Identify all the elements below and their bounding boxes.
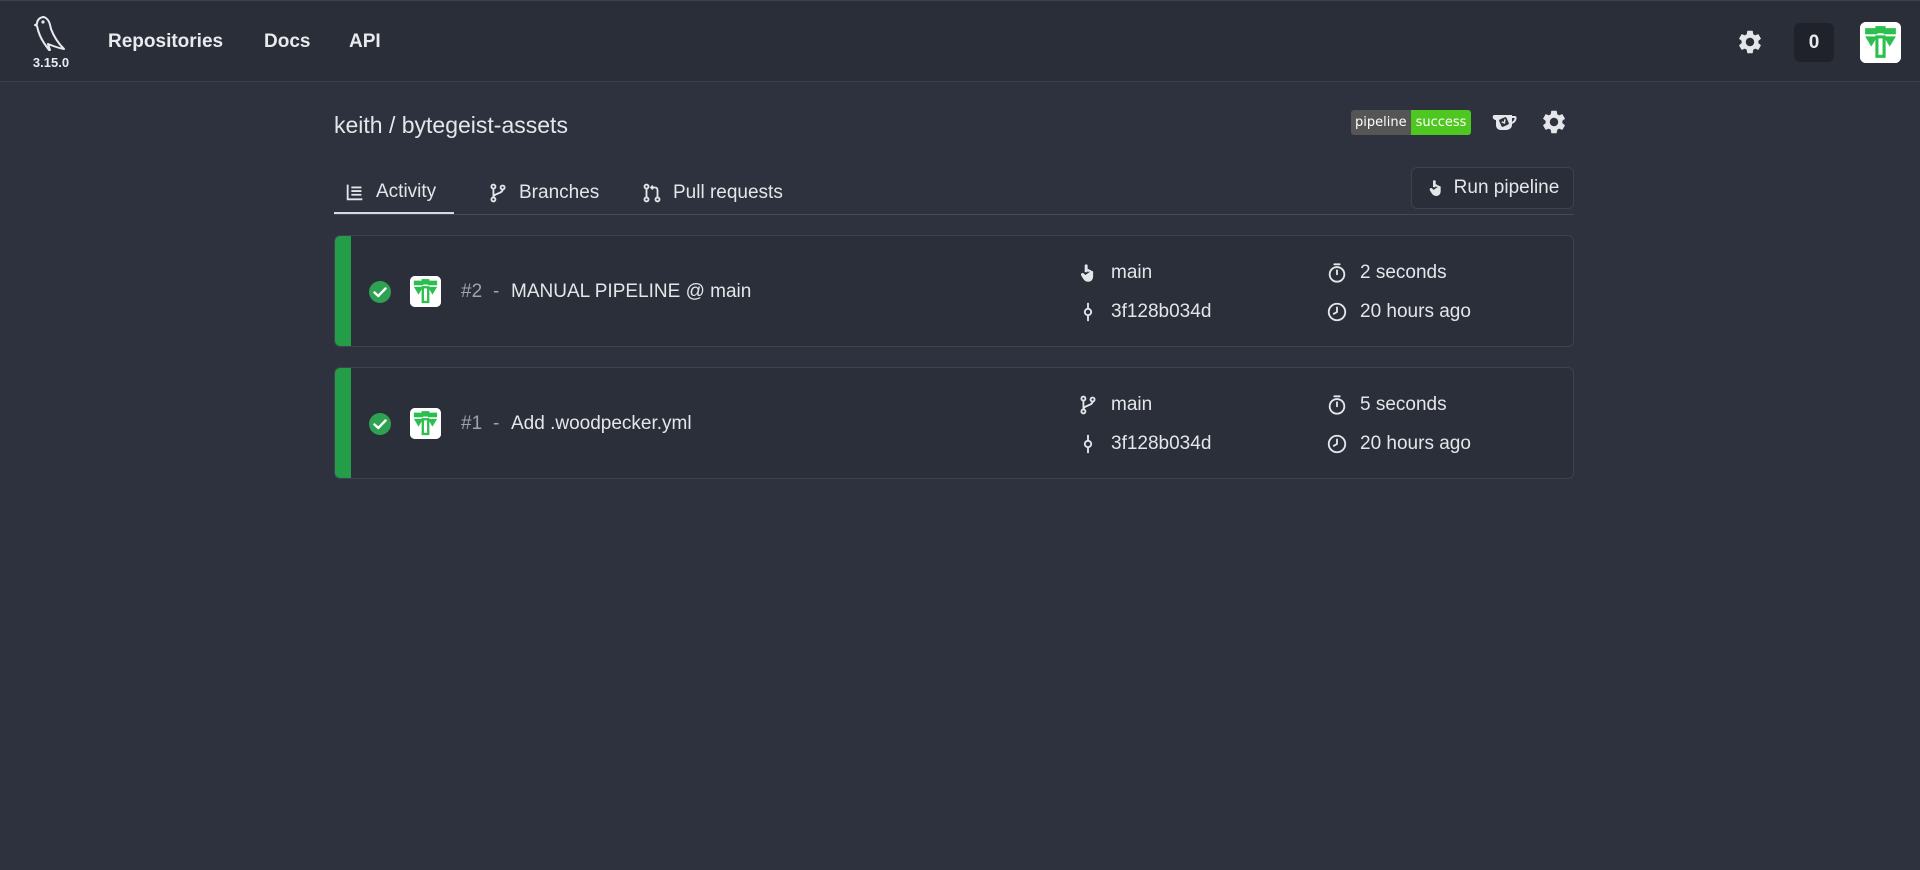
- pipeline-created: 20 hours ago: [1326, 299, 1471, 325]
- pipeline-duration-value: 2 seconds: [1360, 262, 1447, 283]
- commit-icon: [1083, 302, 1093, 322]
- pipeline-branch: main: [1077, 392, 1152, 418]
- woodpecker-bird-icon: [34, 16, 65, 51]
- nav-api-link[interactable]: API: [349, 29, 381, 55]
- pipeline-message: Add .woodpecker.yml: [511, 413, 692, 434]
- pipeline-branch: main: [1077, 260, 1152, 286]
- pipeline-number: #1: [461, 413, 483, 434]
- repo-settings-button[interactable]: [1540, 108, 1568, 136]
- woodpecker-logo[interactable]: 3.15.0: [22, 13, 80, 73]
- success-check-icon: [369, 413, 391, 435]
- pipeline-created-value: 20 hours ago: [1360, 433, 1471, 454]
- pipeline-duration-value: 5 seconds: [1360, 394, 1447, 415]
- pipeline-created-value: 20 hours ago: [1360, 301, 1471, 322]
- tab-pull-requests-label: Pull requests: [673, 182, 783, 203]
- badge-status: success: [1410, 110, 1472, 135]
- success-check-icon: [369, 281, 391, 303]
- pipeline-duration: 2 seconds: [1326, 260, 1447, 286]
- commit-icon: [1083, 434, 1093, 454]
- commit-author-avatar: [410, 276, 441, 307]
- pipeline-separator: -: [493, 281, 500, 302]
- tab-activity[interactable]: Activity: [334, 172, 454, 214]
- user-avatar-icon: [1860, 22, 1901, 63]
- pipeline-card[interactable]: #2 - MANUAL PIPELINE @ main main 3f128b0…: [334, 235, 1574, 347]
- pipeline-commit-sha: 3f128b034d: [1111, 433, 1212, 454]
- nav-repositories-link[interactable]: Repositories: [108, 29, 223, 55]
- settings-button[interactable]: [1734, 26, 1766, 58]
- app-version: 3.15.0: [32, 55, 70, 70]
- activity-icon: [346, 184, 363, 201]
- pipeline-branch-name: main: [1111, 262, 1153, 283]
- tab-branches-label: Branches: [519, 182, 600, 203]
- pipeline-commit-sha: 3f128b034d: [1111, 301, 1212, 322]
- clock-icon: [1327, 434, 1347, 454]
- pipeline-created: 20 hours ago: [1326, 431, 1471, 457]
- user-avatar-icon: [410, 408, 441, 439]
- pipeline-card[interactable]: #1 - Add .woodpecker.yml main 3f128b034d…: [334, 367, 1574, 479]
- tab-activity-label: Activity: [376, 181, 437, 202]
- repo-title: keith / bytegeist-assets: [334, 112, 568, 138]
- pipeline-status-stripe: [335, 236, 351, 346]
- pipeline-commit: 3f128b034d: [1077, 431, 1211, 457]
- stopwatch-icon: [1328, 395, 1346, 415]
- clock-icon: [1327, 302, 1347, 322]
- pipeline-message: MANUAL PIPELINE @ main: [511, 281, 752, 302]
- tab-pull-requests[interactable]: Pull requests: [631, 172, 793, 214]
- pipeline-commit: 3f128b034d: [1077, 299, 1211, 325]
- branch-icon: [1080, 395, 1096, 415]
- pipeline-separator: -: [493, 413, 500, 434]
- gear-icon: [1543, 110, 1565, 134]
- pipeline-status-stripe: [335, 368, 351, 478]
- manual-trigger-icon: [1429, 180, 1441, 196]
- branch-icon: [490, 183, 506, 203]
- running-pipelines-counter[interactable]: 0: [1794, 23, 1834, 62]
- manual-trigger-icon: [1080, 264, 1094, 282]
- user-avatar-icon: [410, 276, 441, 307]
- run-pipeline-button[interactable]: Run pipeline: [1411, 167, 1574, 209]
- stopwatch-icon: [1328, 263, 1346, 283]
- forge-repo-link[interactable]: [1490, 108, 1518, 136]
- pipeline-number: #2: [461, 281, 483, 302]
- run-pipeline-label: Run pipeline: [1453, 177, 1560, 198]
- pipeline-duration: 5 seconds: [1326, 392, 1447, 418]
- pull-request-icon: [643, 183, 661, 203]
- gear-icon: [1739, 30, 1761, 54]
- top-navbar: 3.15.0 Repositories Docs API 0: [0, 0, 1920, 82]
- tabs-divider: [334, 214, 1574, 215]
- badge-label: pipeline: [1351, 110, 1411, 135]
- user-avatar[interactable]: [1860, 22, 1901, 63]
- nav-docs-link[interactable]: Docs: [264, 29, 310, 55]
- commit-author-avatar: [410, 408, 441, 439]
- pipeline-status-badge[interactable]: pipeline success: [1351, 110, 1472, 135]
- tab-branches[interactable]: Branches: [477, 172, 609, 214]
- gitea-icon: [1492, 115, 1517, 130]
- pipeline-branch-name: main: [1111, 394, 1153, 415]
